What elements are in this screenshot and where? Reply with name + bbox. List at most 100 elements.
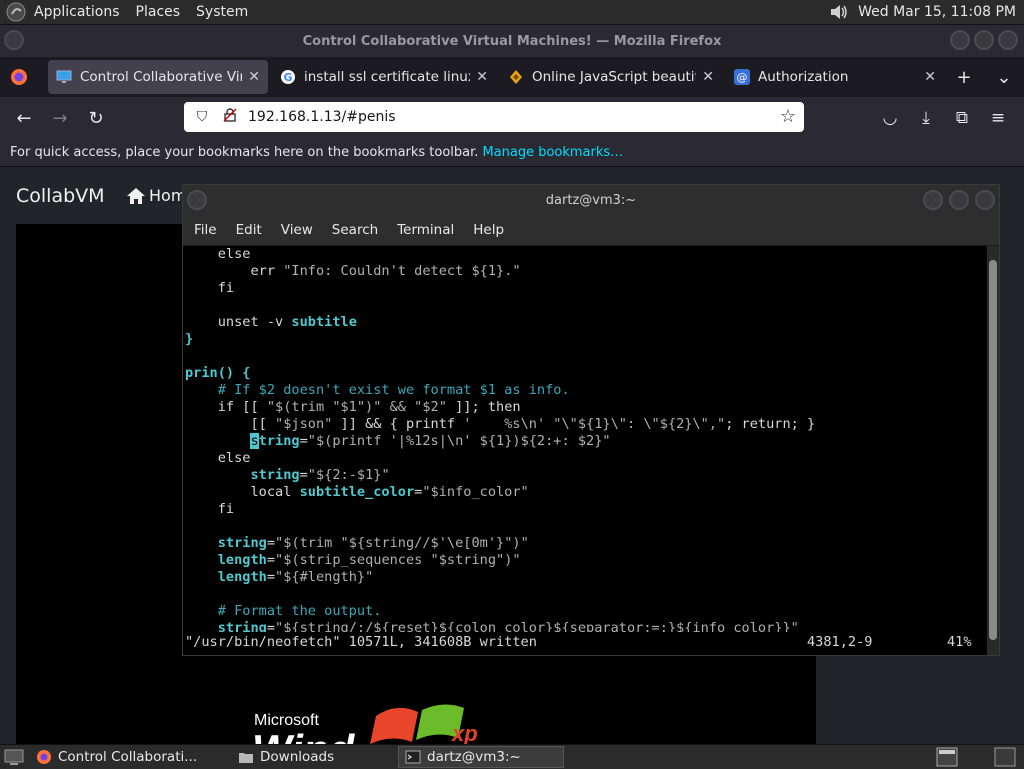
task-downloads[interactable]: Downloads — [232, 746, 392, 768]
task-terminal[interactable]: dartz@vm3:~ — [398, 746, 564, 768]
firefox-titlebar[interactable]: Control Collaborative Virtual Machines! … — [0, 25, 1024, 57]
extensions-icon[interactable]: ⧉ — [944, 108, 980, 128]
url-text[interactable]: 192.168.1.13/#penis — [248, 109, 396, 125]
at-icon: @ — [734, 69, 750, 85]
terminal-line: else — [185, 246, 985, 263]
close-tab-icon[interactable]: ✕ — [476, 69, 488, 85]
terminal-line: length="$(strip_sequences "$string")" — [185, 552, 985, 569]
terminal-token: string — [250, 467, 300, 483]
terminal-menu-file[interactable]: File — [194, 222, 217, 238]
terminal-scrollbar-thumb[interactable] — [989, 260, 997, 640]
terminal-line: length="${#length}" — [185, 569, 985, 586]
terminal-maximize-button[interactable] — [949, 190, 969, 210]
terminal-token: = — [266, 569, 276, 585]
menu-system[interactable]: System — [196, 4, 248, 20]
menu-applications[interactable]: Applications — [34, 4, 120, 20]
url-bar[interactable]: ⛉ 192.168.1.13/#penis ☆ — [184, 102, 804, 132]
tab-control-collaborative[interactable]: Control Collaborative Virtua ✕ — [48, 60, 268, 94]
terminal-token: else — [185, 246, 251, 262]
downloads-icon[interactable]: ⤓ — [908, 108, 944, 128]
terminal-token: ]] && { printf — [332, 416, 464, 432]
terminal-close-button[interactable] — [975, 190, 995, 210]
pocket-icon[interactable]: ◡ — [872, 108, 908, 128]
terminal-token: "Info: Couldn't detect ${1}." — [283, 263, 521, 279]
reload-icon[interactable]: ↻ — [78, 108, 114, 129]
maximize-button[interactable] — [974, 30, 994, 50]
tab-install-ssl[interactable]: G install ssl certificate linux - G ✕ — [272, 60, 496, 94]
menu-places[interactable]: Places — [136, 4, 181, 20]
terminal-line: string="$(trim "${string//$'\e[0m'}")" — [185, 535, 985, 552]
vim-status-line: "/usr/bin/neofetch" 10571L, 341608B writ… — [185, 634, 985, 651]
firefox-icon — [37, 750, 51, 764]
terminal-menu-terminal[interactable]: Terminal — [397, 222, 454, 238]
xp-xp-text: xp — [452, 721, 478, 744]
terminal-token: local — [185, 484, 300, 500]
back-icon[interactable]: ← — [6, 108, 42, 129]
terminal-token: unset -v — [185, 314, 292, 330]
terminal-token: if [[ — [185, 399, 267, 415]
bookmark-star-icon[interactable]: ☆ — [780, 106, 796, 127]
task-firefox[interactable]: Control Collaborati... — [30, 746, 226, 768]
terminal-text-area[interactable]: else err "Info: Couldn't detect ${1}." f… — [185, 246, 985, 632]
terminal-token: "$info_color" — [422, 484, 529, 500]
nav-right-toolbar: ◡ ⤓ ⧉ ≡ — [872, 97, 1016, 139]
terminal-line: if [[ "$(trim "$1")" && "$2" ]]; then — [185, 399, 985, 416]
terminal-line: # If $2 doesn't exist we format $1 as in… — [185, 382, 985, 399]
insecure-lock-icon[interactable] — [220, 108, 240, 126]
trash-icon[interactable] — [994, 747, 1016, 767]
show-desktop-icon[interactable] — [4, 748, 24, 766]
tab-label: Authorization — [758, 69, 849, 85]
terminal-line: } — [185, 331, 985, 348]
collabvm-brand[interactable]: CollabVM — [16, 185, 105, 207]
tabbar-right: + ⌄ — [944, 57, 1024, 97]
shield-icon[interactable]: ⛉ — [192, 109, 212, 125]
terminal-titlebar[interactable]: dartz@vm3:~ — [183, 185, 999, 215]
terminal-token: "$(trim "$1")" && "$2" — [266, 399, 447, 415]
list-tabs-icon[interactable]: ⌄ — [984, 67, 1024, 88]
tab-authorization[interactable]: @ Authorization ✕ — [726, 60, 944, 94]
terminal-scrollbar[interactable] — [987, 246, 999, 655]
terminal-menu-edit[interactable]: Edit — [236, 222, 262, 238]
manage-bookmarks-link[interactable]: Manage bookmarks… — [482, 145, 623, 160]
gnome-foot-icon[interactable] — [6, 2, 26, 22]
terminal-token: = — [266, 620, 276, 632]
terminal-token: "${string/:/${reset}${colon_color}${sepa… — [275, 620, 799, 632]
tab-label: Control Collaborative Virtua — [80, 69, 242, 85]
terminal-token: = — [266, 535, 276, 551]
vim-cursor-position: 4381,2-9 — [807, 634, 873, 650]
close-tab-icon[interactable]: ✕ — [702, 69, 714, 85]
terminal-cursor: s — [250, 433, 259, 449]
terminal-token: "$(strip_sequences "$string")" — [275, 552, 521, 568]
hamburger-menu-icon[interactable]: ≡ — [980, 108, 1016, 128]
svg-text:@: @ — [737, 71, 748, 84]
firefox-view-icon[interactable] — [10, 68, 28, 86]
terminal-window[interactable]: dartz@vm3:~ File Edit View Search Termin… — [182, 184, 1000, 656]
terminal-token: = — [299, 467, 308, 483]
terminal-line: fi — [185, 501, 985, 518]
terminal-token: = — [266, 552, 276, 568]
new-tab-icon[interactable]: + — [944, 67, 984, 88]
close-tab-icon[interactable]: ✕ — [248, 69, 260, 85]
workspace-switcher-icon[interactable] — [936, 747, 958, 767]
terminal-menu-help[interactable]: Help — [473, 222, 504, 238]
terminal-minimize-button[interactable] — [923, 190, 943, 210]
terminal-window-menu-button[interactable] — [187, 190, 207, 210]
terminal-menu-view[interactable]: View — [281, 222, 313, 238]
tab-js-beautifier[interactable]: Online JavaScript beautifier ✕ — [500, 60, 722, 94]
close-window-button[interactable] — [998, 30, 1018, 50]
close-tab-icon[interactable]: ✕ — [924, 69, 936, 85]
forward-icon[interactable]: → — [42, 108, 78, 129]
volume-icon[interactable] — [828, 2, 850, 22]
home-link[interactable]: Hom — [126, 186, 186, 205]
window-menu-button[interactable] — [4, 30, 24, 50]
minimize-button[interactable] — [950, 30, 970, 50]
folder-icon — [239, 753, 253, 763]
panel-clock[interactable]: Wed Mar 15, 11:08 PM — [858, 4, 1016, 20]
terminal-menu-search[interactable]: Search — [332, 222, 378, 238]
